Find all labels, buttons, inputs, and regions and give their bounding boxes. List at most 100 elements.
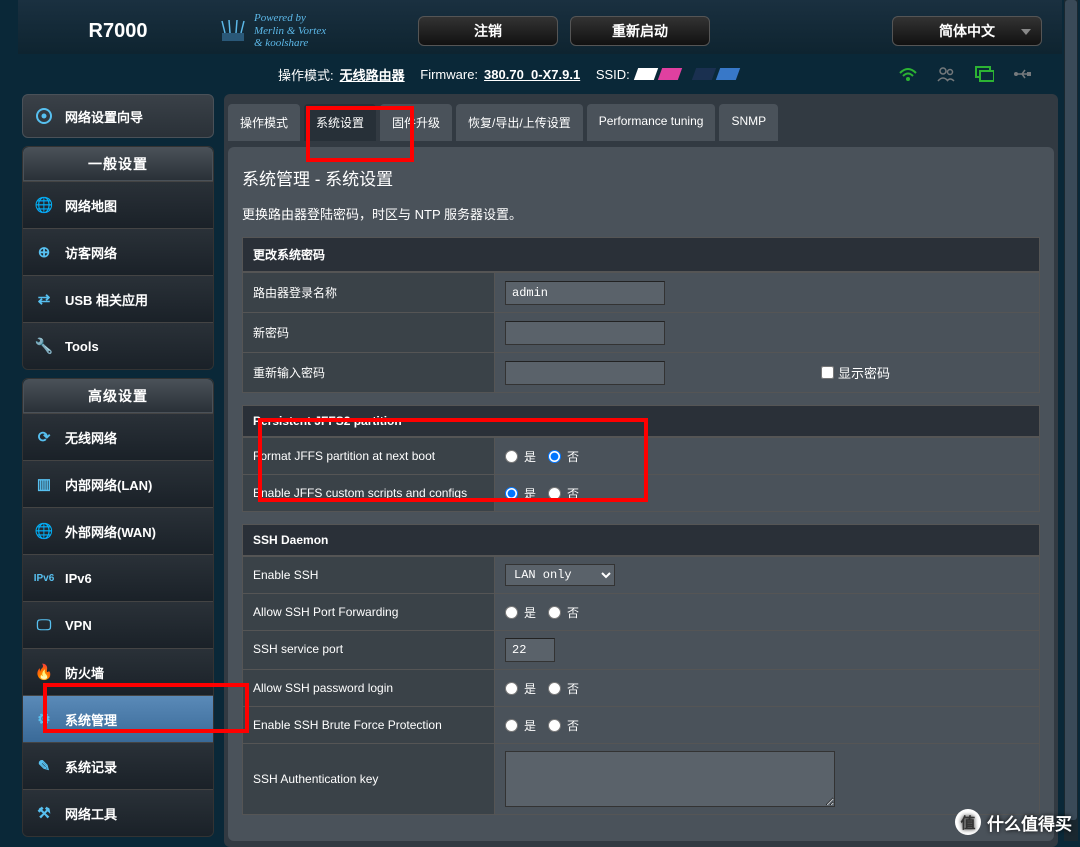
- ssh-brute-yes[interactable]: [505, 719, 518, 732]
- powered-line3: & koolshare: [254, 37, 326, 50]
- yes-label: 是: [524, 604, 536, 621]
- ssh-pwlogin-yes[interactable]: [505, 682, 518, 695]
- page-title: 系统管理 - 系统设置: [242, 161, 1040, 204]
- gear-icon: [33, 105, 55, 127]
- sidebar-item-label: 系统记录: [65, 757, 117, 776]
- sidebar-item-tools[interactable]: 🔧Tools: [23, 322, 213, 369]
- sidebar-item-network-map[interactable]: 🌐网络地图: [23, 181, 213, 228]
- firmware-value[interactable]: 380.70_0-X7.9.1: [484, 67, 580, 82]
- sidebar-item-label: 内部网络(LAN): [65, 475, 152, 494]
- top-bar: R7000 Powered by Merlin & Vortex & kools…: [18, 0, 1062, 54]
- jffs-format-no[interactable]: [548, 450, 561, 463]
- ssh-brute-no[interactable]: [548, 719, 561, 732]
- show-password-checkbox[interactable]: [821, 366, 834, 379]
- ipv6-icon: IPv6: [33, 567, 55, 589]
- users-status-icon[interactable]: [936, 65, 956, 83]
- ssh-enable-select[interactable]: LAN only: [505, 564, 615, 586]
- sidebar-item-firewall[interactable]: 🔥防火墙: [23, 648, 213, 695]
- page-desc: 更换路由器登陆密码，时区与 NTP 服务器设置。: [242, 204, 1040, 237]
- group-general-head: 一般设置: [23, 147, 213, 181]
- sidebar-item-wan[interactable]: 🌐外部网络(WAN): [23, 507, 213, 554]
- ssh-port-label: SSH service port: [243, 631, 495, 669]
- sidebar-item-label: 防火墙: [65, 663, 104, 682]
- jffs-enable-label: Enable JFFS custom scripts and configs: [243, 475, 495, 511]
- tab-opmode[interactable]: 操作模式: [228, 104, 300, 141]
- confirm-password-label: 重新输入密码: [243, 353, 495, 392]
- logo-area: R7000: [18, 20, 218, 43]
- ssh-portfwd-no[interactable]: [548, 606, 561, 619]
- section-ssh: SSH Daemon Enable SSH LAN only Allow SSH…: [242, 524, 1040, 815]
- scrollbar-thumb[interactable]: [1065, 0, 1077, 820]
- ssh-portfwd-yes[interactable]: [505, 606, 518, 619]
- language-select[interactable]: 简体中文: [892, 16, 1042, 46]
- ssh-port-input[interactable]: [505, 638, 555, 662]
- no-label: 否: [567, 604, 579, 621]
- mode-value[interactable]: 无线路由器: [340, 65, 405, 84]
- sidebar-item-vpn[interactable]: 🖵VPN: [23, 601, 213, 648]
- admin-icon: ⚙: [33, 708, 55, 730]
- powered-line1: Powered by: [254, 12, 326, 25]
- powered-by: Powered by Merlin & Vortex & koolshare: [218, 12, 398, 50]
- wifi-status-icon[interactable]: [898, 65, 918, 83]
- ssid-label: SSID:: [596, 67, 630, 82]
- powered-line2: Merlin & Vortex: [254, 25, 326, 38]
- no-label: 否: [567, 448, 579, 465]
- chevron-down-icon: [1020, 26, 1032, 40]
- sidebar-item-wireless[interactable]: ⟳无线网络: [23, 413, 213, 460]
- ssh-authkey-label: SSH Authentication key: [243, 744, 495, 814]
- usb-icon: ⇄: [33, 288, 55, 310]
- sidebar-item-usb[interactable]: ⇄USB 相关应用: [23, 275, 213, 322]
- section-head: Persistent JFFS2 partition: [243, 406, 1039, 437]
- watermark: 值 什么值得买: [955, 809, 1072, 835]
- reboot-button[interactable]: 重新启动: [570, 16, 710, 46]
- logout-button[interactable]: 注销: [418, 16, 558, 46]
- usb-status-icon[interactable]: [1012, 65, 1032, 83]
- jffs-format-yes[interactable]: [505, 450, 518, 463]
- tab-system[interactable]: 系统设置: [304, 104, 376, 141]
- new-password-input[interactable]: [505, 321, 665, 345]
- jffs-enable-no[interactable]: [548, 487, 561, 500]
- sidebar-item-label: IPv6: [65, 571, 92, 586]
- watermark-icon: 值: [955, 809, 981, 835]
- vpn-icon: 🖵: [33, 614, 55, 636]
- no-label: 否: [567, 717, 579, 734]
- sidebar-item-label: 访客网络: [65, 243, 117, 262]
- info-bar: 操作模式: 无线路由器 Firmware: 380.70_0-X7.9.1 SS…: [18, 54, 1062, 94]
- language-label: 简体中文: [939, 21, 995, 41]
- tabs: 操作模式 系统设置 固件升级 恢复/导出/上传设置 Performance tu…: [224, 94, 1058, 141]
- sidebar: 网络设置向导 一般设置 🌐网络地图 ⊕访客网络 ⇄USB 相关应用 🔧Tools…: [22, 94, 214, 847]
- monitor-status-icon[interactable]: [974, 65, 994, 83]
- section-password: 更改系统密码 路由器登录名称 新密码 重新输入密码 显示密码: [242, 237, 1040, 393]
- tab-snmp[interactable]: SNMP: [719, 104, 778, 141]
- ssid-swatches: [636, 68, 738, 80]
- sidebar-item-syslog[interactable]: ✎系统记录: [23, 742, 213, 789]
- tab-firmware[interactable]: 固件升级: [380, 104, 452, 141]
- no-label: 否: [567, 485, 579, 502]
- yes-label: 是: [524, 717, 536, 734]
- watermark-text: 什么值得买: [987, 810, 1072, 835]
- ssh-pwlogin-label: Allow SSH password login: [243, 670, 495, 706]
- jffs-enable-yes[interactable]: [505, 487, 518, 500]
- confirm-password-input[interactable]: [505, 361, 665, 385]
- sidebar-item-ipv6[interactable]: IPv6 IPv6: [23, 554, 213, 601]
- sidebar-item-lan[interactable]: ▥ 内部网络(LAN): [23, 460, 213, 507]
- sidebar-item-label: 无线网络: [65, 428, 117, 447]
- login-name-input[interactable]: [505, 281, 665, 305]
- section-head: SSH Daemon: [243, 525, 1039, 556]
- sidebar-item-guest[interactable]: ⊕访客网络: [23, 228, 213, 275]
- ssh-authkey-textarea[interactable]: [505, 751, 835, 807]
- firmware-label: Firmware:: [420, 67, 478, 82]
- sidebar-item-nettools[interactable]: ⚒网络工具: [23, 789, 213, 836]
- ssh-enable-label: Enable SSH: [243, 557, 495, 593]
- wizard-button[interactable]: 网络设置向导: [22, 94, 214, 138]
- yes-label: 是: [524, 485, 536, 502]
- sidebar-item-admin[interactable]: ⚙系统管理: [23, 695, 213, 742]
- tab-restore[interactable]: 恢复/导出/上传设置: [456, 104, 583, 141]
- ssh-portfwd-label: Allow SSH Port Forwarding: [243, 594, 495, 630]
- tab-perf[interactable]: Performance tuning: [587, 104, 716, 141]
- show-password-label: 显示密码: [838, 363, 890, 382]
- ssh-pwlogin-no[interactable]: [548, 682, 561, 695]
- scrollbar[interactable]: [1064, 0, 1078, 841]
- lan-icon: ▥: [33, 473, 55, 495]
- mode-label: 操作模式:: [278, 65, 334, 84]
